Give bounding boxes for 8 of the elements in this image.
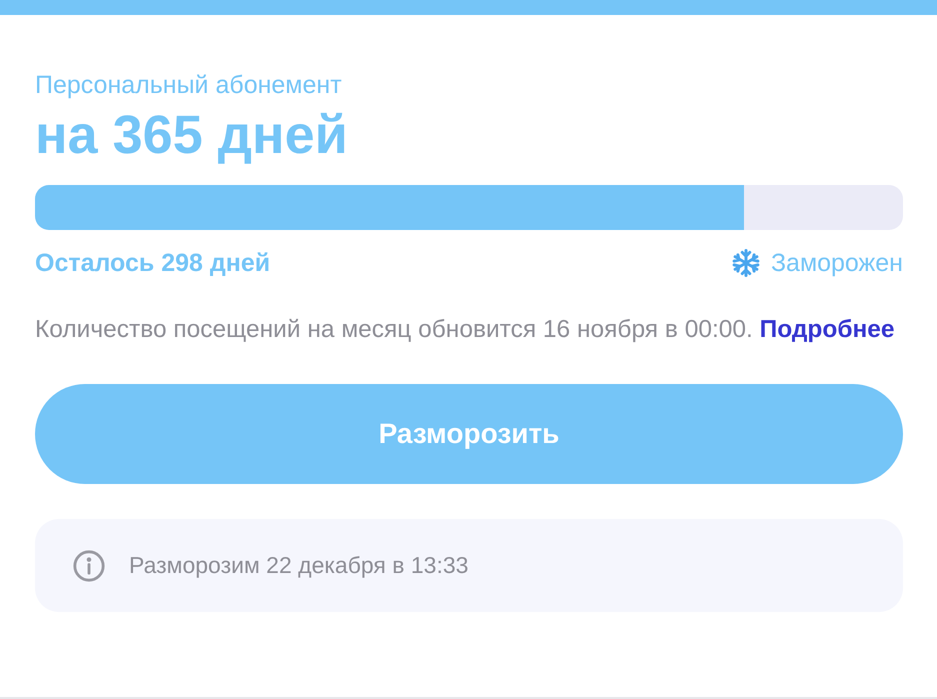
days-remaining: Осталось 298 дней — [35, 248, 270, 278]
subscription-title: на 365 дней — [35, 104, 349, 166]
unfreeze-date: Разморозим 22 декабря в 13:33 — [129, 552, 468, 579]
status-label: Заморожен — [770, 248, 903, 278]
subscription-subtitle: Персональный абонемент — [35, 70, 343, 100]
visits-notice: Количество посещений на месяц обновится 16 ноября в 00:00. Подробнее — [35, 315, 896, 345]
more-link[interactable]: Подробнее — [760, 316, 895, 343]
info-icon — [72, 548, 106, 582]
